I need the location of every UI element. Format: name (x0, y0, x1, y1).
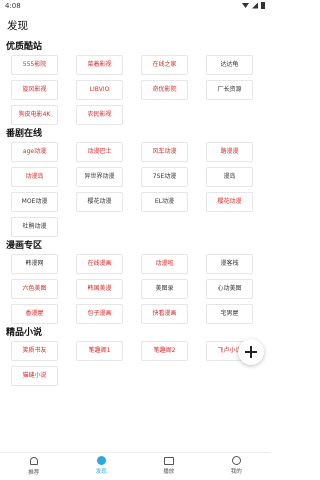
page-header: 发现 (0, 12, 270, 38)
discover-content[interactable]: 优质酷站 555影院 菜着影视 在线之家 达达龟旋风影视 LIBVIO 奇优影院 厂长资源狗皮… (0, 38, 270, 450)
site-button[interactable]: 漫客栈 (206, 254, 253, 274)
site-button[interactable]: 笔趣阁1 (76, 341, 123, 361)
section-title: 精品小说 (6, 328, 43, 338)
site-button[interactable]: 风车动漫 (141, 142, 188, 162)
site-grid: 555影院 菜着影视 在线之家 达达龟旋风影视 LIBVIO 奇优影院 厂长资源狗皮电影4K… (6, 55, 270, 125)
site-button[interactable]: 漫岛 (206, 167, 253, 187)
site-button[interactable]: 樱花动漫 (76, 192, 123, 212)
section-0: 优质酷站 555影院 菜着影视 在线之家 达达龟旋风影视 LIBVIO 奇优影院 厂长资源狗皮… (0, 40, 270, 125)
nav-label: 发现 (95, 469, 107, 475)
site-grid: age动漫 动漫巴士 风车动漫 路漫漫 动漫岛 异世界动漫 7SE动漫 漫岛 MOE动漫 樱花动漫… (6, 142, 270, 237)
site-button[interactable]: 六色美图 (11, 279, 58, 299)
nav-item-1[interactable]: 发现 (68, 453, 136, 480)
site-button[interactable]: 韩国美漫 (76, 279, 123, 299)
site-button[interactable]: 旋风影视 (11, 80, 58, 100)
nav-item-0[interactable]: 推荐 (0, 453, 68, 480)
section-2: 漫画专区韩漫网 在线漫画 动漫啦 漫客栈六色美图 韩国美漫 美图录 心动美图香漫屋 包子漫画快… (0, 239, 270, 324)
site-button[interactable]: 达达龟 (206, 55, 253, 75)
site-button[interactable]: 动漫巴士 (76, 142, 123, 162)
nav-item-2[interactable]: 播放 (135, 453, 203, 480)
site-button[interactable]: 厂长资源 (206, 80, 253, 100)
site-button[interactable]: 笑质书友 (11, 341, 58, 361)
site-button[interactable]: 宅男屋 (206, 304, 253, 324)
section-title: 优质酷站 (6, 42, 43, 52)
wifi-icon (242, 3, 249, 8)
site-button[interactable]: 韩漫网 (11, 254, 58, 274)
site-button[interactable]: 心动美图 (206, 279, 253, 299)
add-button[interactable] (238, 339, 264, 365)
site-button[interactable]: 快看漫画 (141, 304, 188, 324)
site-button[interactable]: 美图录 (141, 279, 188, 299)
site-button[interactable]: 7SE动漫 (141, 167, 188, 187)
site-button[interactable]: EL动漫 (141, 192, 188, 212)
site-button[interactable]: 香漫屋 (11, 304, 58, 324)
home-icon (29, 457, 38, 465)
site-button[interactable]: 杜鹃动漫 (11, 217, 58, 237)
bottom-navigation: 推荐 发现 播放 我的 (0, 452, 270, 480)
nav-label: 我的 (230, 469, 242, 475)
play-icon (163, 457, 174, 465)
signal-icon (252, 2, 258, 9)
site-button[interactable]: 猫缝小说 (11, 366, 58, 386)
nav-item-3[interactable]: 我的 (203, 453, 271, 480)
site-button[interactable]: 555影院 (11, 55, 58, 75)
site-button[interactable]: 异世界动漫 (76, 167, 123, 187)
site-button[interactable]: 在线之家 (141, 55, 188, 75)
site-button[interactable]: 农民影视 (76, 105, 123, 125)
status-time: 4:08 (5, 2, 21, 10)
section-title: 漫画专区 (6, 241, 43, 251)
nav-label: 推荐 (28, 470, 40, 476)
site-grid: 韩漫网 在线漫画 动漫啦 漫客栈六色美图 韩国美漫 美图录 心动美图香漫屋 包子漫画 快看漫画宅… (6, 254, 270, 324)
battery-icon (261, 2, 265, 9)
discover-icon (96, 456, 106, 465)
section-3: 精品小说 笑质书友 笔趣阁1 笔趣阁2 飞卢小说 猫缝小说 (0, 326, 270, 386)
site-button[interactable]: 动漫岛 (11, 167, 58, 187)
site-button[interactable]: 菜着影视 (76, 55, 123, 75)
site-button[interactable]: 在线漫画 (76, 254, 123, 274)
site-grid: 笑质书友 笔趣阁1 笔趣阁2 飞卢小说 猫缝小说 (6, 341, 270, 386)
section-1: 番剧在线 age动漫 动漫巴士 风车动漫 路漫漫动漫岛 异世界动漫 7SE动漫 漫岛 MOE动漫… (0, 127, 270, 237)
site-button[interactable]: 笔趣阁2 (141, 341, 188, 361)
site-button[interactable]: 包子漫画 (76, 304, 123, 324)
site-button[interactable]: LIBVIO (76, 80, 123, 100)
status-bar: 4:08 (0, 0, 270, 12)
site-button[interactable]: 樱花动漫 (206, 192, 253, 212)
site-button[interactable]: 路漫漫 (206, 142, 253, 162)
site-button[interactable]: 奇优影院 (141, 80, 188, 100)
nav-label: 播放 (163, 469, 175, 475)
site-button[interactable]: MOE动漫 (11, 192, 58, 212)
profile-icon (231, 456, 241, 465)
site-button[interactable]: age动漫 (11, 142, 58, 162)
status-icons (242, 2, 265, 9)
page-title: 发现 (7, 20, 28, 32)
site-button[interactable]: 狗皮电影4K (11, 105, 58, 125)
section-title: 番剧在线 (6, 129, 43, 139)
site-button[interactable]: 动漫啦 (141, 254, 188, 274)
